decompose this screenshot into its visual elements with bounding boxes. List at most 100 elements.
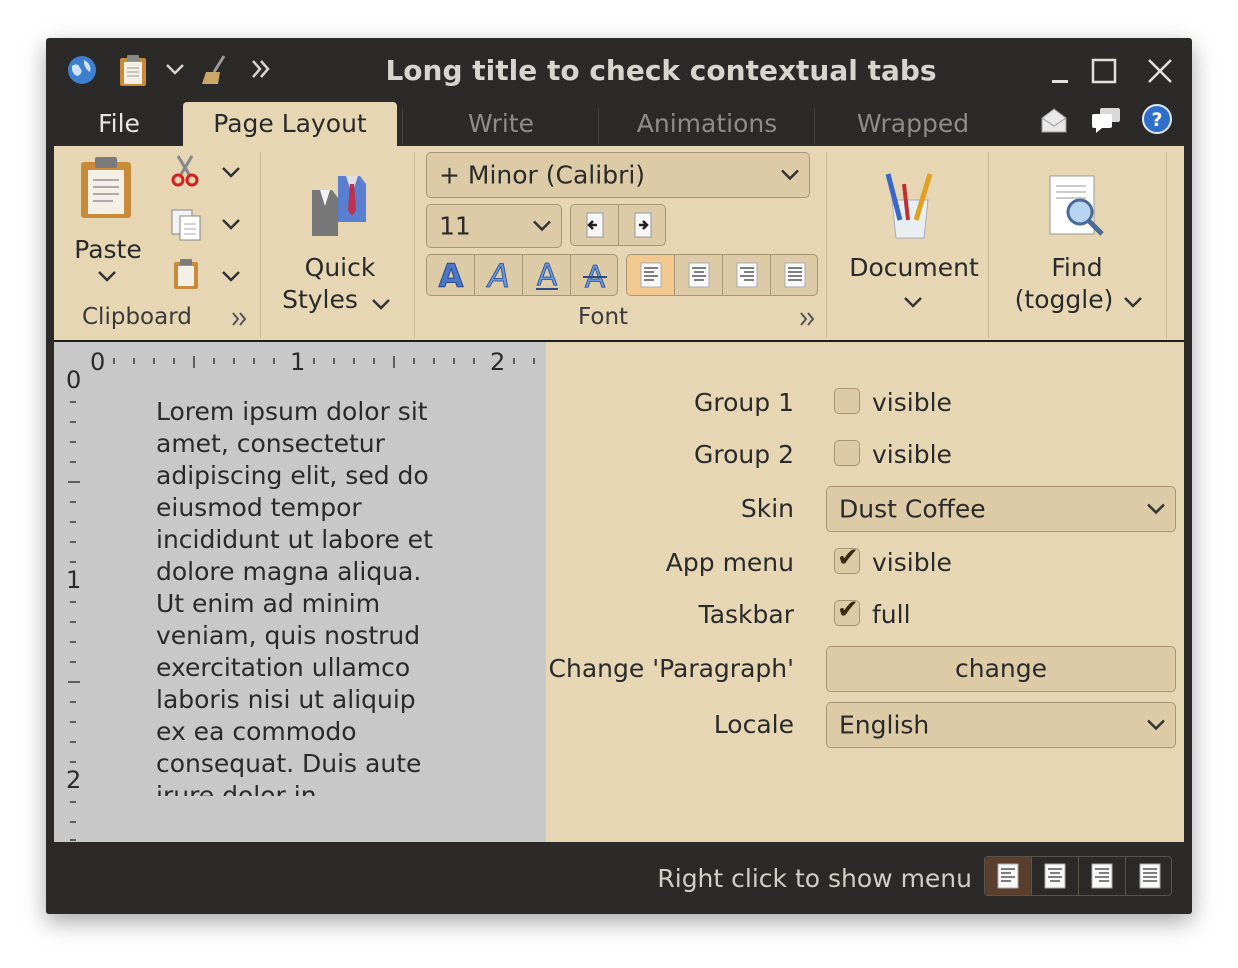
svg-text:A: A xyxy=(438,259,463,291)
bold-button[interactable]: A xyxy=(427,255,475,295)
app-window: Long title to check contextual tabs File… xyxy=(46,38,1192,914)
content-area: 0 1 2 0 1 2 Lorem ipsum dolor sit amet, … xyxy=(54,342,1184,842)
skin-select[interactable]: Dust Coffee xyxy=(826,486,1176,532)
close-button[interactable] xyxy=(1140,52,1180,92)
help-icon[interactable]: ? xyxy=(1142,104,1172,138)
status-align-right-button[interactable] xyxy=(1079,857,1126,895)
group2-label: Group 2 xyxy=(694,440,794,469)
svg-text:A: A xyxy=(536,259,557,291)
status-bar: Right click to show menu xyxy=(46,844,1192,914)
align-left-icon xyxy=(997,863,1019,889)
align-left-button[interactable] xyxy=(627,255,675,295)
chevron-down-icon[interactable] xyxy=(220,162,242,187)
align-right-button[interactable] xyxy=(723,255,771,295)
group1-checkbox[interactable] xyxy=(834,388,860,414)
title-bar: Long title to check contextual tabs xyxy=(46,38,1192,104)
chevron-down-icon[interactable] xyxy=(1122,292,1144,317)
svg-text:A: A xyxy=(585,260,606,291)
chevron-down-icon[interactable] xyxy=(164,58,186,84)
tab-separator xyxy=(598,108,599,144)
expand-clipboard-icon[interactable] xyxy=(230,310,248,332)
tab-wrapped[interactable]: Wrapped xyxy=(818,102,1008,146)
quick-styles-icon[interactable] xyxy=(308,170,374,244)
expand-font-icon[interactable] xyxy=(798,310,816,332)
group2-check-label[interactable]: visible xyxy=(872,440,952,469)
svg-text:?: ? xyxy=(1151,109,1162,131)
band-separator xyxy=(1166,152,1167,338)
document-text[interactable]: Lorem ipsum dolor sit amet, consectetur … xyxy=(156,396,446,796)
paste-special-icon[interactable] xyxy=(172,258,200,294)
locale-label: Locale xyxy=(713,710,794,739)
align-center-button[interactable] xyxy=(675,255,723,295)
minimize-button[interactable] xyxy=(1040,52,1080,92)
clipboard-icon[interactable] xyxy=(118,54,148,92)
document-button: Document xyxy=(849,253,979,282)
app-menu-checkbox[interactable] xyxy=(834,543,860,574)
copy-icon[interactable] xyxy=(170,208,202,246)
mail-icon[interactable] xyxy=(1040,106,1068,138)
ruler-v-label: 0 xyxy=(66,366,82,394)
paste-button[interactable]: Paste xyxy=(68,234,148,266)
broom-icon[interactable] xyxy=(200,54,230,90)
band-separator xyxy=(414,152,415,338)
double-chevron-icon[interactable] xyxy=(250,58,272,84)
tab-write[interactable]: Write xyxy=(406,102,596,146)
settings-panel: Group 1 visible Group 2 visible Skin Dus… xyxy=(546,342,1184,842)
find-label-1: Find xyxy=(1051,253,1103,282)
taskbar-check-label[interactable]: full xyxy=(872,600,911,629)
skin-label: Skin xyxy=(740,494,794,523)
bold-a-icon: A xyxy=(438,259,464,291)
align-justify-icon xyxy=(784,262,806,288)
quick-styles-label-2: Styles xyxy=(282,285,358,314)
align-right-icon xyxy=(736,262,757,288)
increase-indent-icon xyxy=(634,212,652,238)
chevron-down-icon[interactable] xyxy=(902,292,924,317)
group1-check-label[interactable]: visible xyxy=(872,388,952,417)
status-align-left-button[interactable] xyxy=(985,857,1032,895)
underline-button[interactable]: A xyxy=(523,255,571,295)
font-family-value: + Minor (Calibri) xyxy=(439,160,646,190)
taskbar-checkbox[interactable] xyxy=(834,595,860,626)
align-right-icon xyxy=(1091,863,1113,889)
ribbon-tabs: File Page Layout Write Animations Wrappe… xyxy=(46,102,1192,146)
minimize-icon xyxy=(1052,80,1068,83)
globe-icon[interactable] xyxy=(66,54,98,90)
group2-checkbox[interactable] xyxy=(834,440,860,466)
chevron-down-icon[interactable] xyxy=(220,214,242,239)
ruler-h-label: 2 xyxy=(490,348,506,376)
find-icon[interactable] xyxy=(1046,172,1108,244)
locale-select[interactable]: English xyxy=(826,702,1176,748)
font-size-select[interactable]: 11 xyxy=(426,204,562,248)
document-area[interactable]: 0 1 2 0 1 2 Lorem ipsum dolor sit amet, … xyxy=(54,342,546,842)
tab-file[interactable]: File xyxy=(84,102,154,146)
chevron-down-icon[interactable] xyxy=(220,266,242,291)
alignment-buttons xyxy=(626,254,818,296)
italic-button[interactable]: A xyxy=(475,255,523,295)
document-icon[interactable] xyxy=(880,170,940,244)
chevron-down-icon xyxy=(779,161,801,190)
align-center-icon xyxy=(688,262,709,288)
chevron-down-icon xyxy=(1145,711,1167,740)
chevron-down-icon[interactable] xyxy=(96,266,118,291)
skin-value: Dust Coffee xyxy=(839,494,986,524)
tab-page-layout[interactable]: Page Layout xyxy=(183,102,397,146)
strikethrough-button[interactable]: A xyxy=(571,255,617,295)
status-align-justify-button[interactable] xyxy=(1126,857,1171,895)
cut-icon[interactable] xyxy=(170,154,200,192)
increase-indent-button[interactable] xyxy=(619,205,665,245)
close-icon xyxy=(1148,59,1172,83)
status-text: Right click to show menu xyxy=(657,864,972,893)
tab-separator xyxy=(402,108,403,144)
decrease-indent-button[interactable] xyxy=(571,205,619,245)
paste-clipboard-icon[interactable] xyxy=(78,154,134,224)
change-button[interactable]: change xyxy=(826,646,1176,692)
status-align-center-button[interactable] xyxy=(1032,857,1079,895)
chat-icon[interactable] xyxy=(1090,106,1122,138)
font-family-select[interactable]: + Minor (Calibri) xyxy=(426,152,810,198)
font-band-title: Font xyxy=(578,304,629,330)
app-menu-check-label[interactable]: visible xyxy=(872,548,952,577)
align-justify-button[interactable] xyxy=(771,255,817,295)
maximize-button[interactable] xyxy=(1084,52,1124,92)
chevron-down-icon[interactable] xyxy=(370,294,392,319)
tab-animations[interactable]: Animations xyxy=(602,102,812,146)
